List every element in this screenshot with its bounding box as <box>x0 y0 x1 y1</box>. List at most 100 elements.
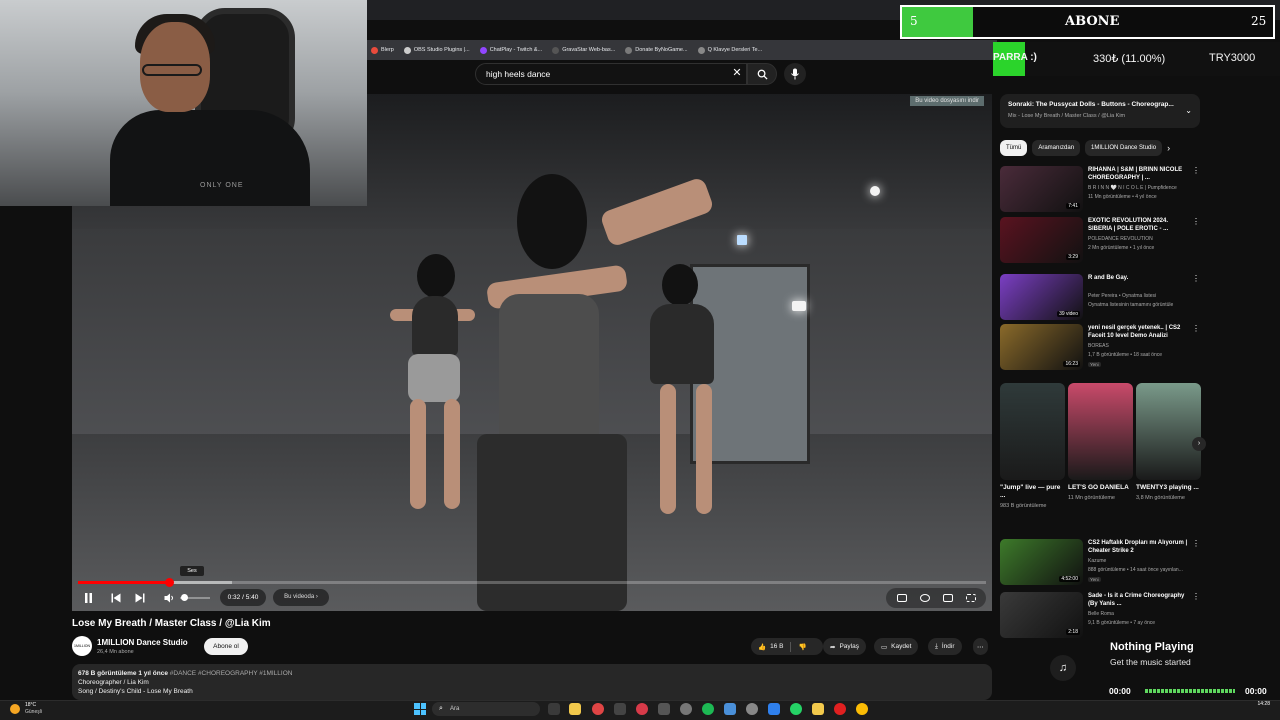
app-icon[interactable] <box>680 703 692 715</box>
chip-all[interactable]: Tümü <box>1000 140 1028 156</box>
recommendation-item[interactable]: 7:41 RIHANNA | S&M | BRINN NICOLE CHOREOG… <box>1000 166 1200 212</box>
video-duration: 39 video <box>1057 311 1080 317</box>
mute-button[interactable] <box>161 590 177 606</box>
app-icon[interactable] <box>658 703 670 715</box>
recommendation-item[interactable]: 16:23 yeni nesil gerçek yetenek.. | CS2 F… <box>1000 324 1200 370</box>
description-box[interactable]: 678 B görüntüleme 1 yıl önce #DANCE #CHO… <box>72 664 992 700</box>
weather-description[interactable]: Güneşli <box>25 709 42 715</box>
volume-slider-handle[interactable] <box>181 594 188 601</box>
recommendation-thumbnail[interactable]: 7:41 <box>1000 166 1083 212</box>
like-count[interactable]: 16 B <box>770 643 783 650</box>
clear-search-icon[interactable]: ✕ <box>730 66 744 80</box>
app-icon[interactable] <box>746 703 758 715</box>
more-options-icon[interactable]: ⋮ <box>1192 592 1200 601</box>
windows-start-icon[interactable] <box>414 703 426 715</box>
bookmark-item[interactable]: GravaStar Web-bas... <box>552 46 615 54</box>
more-options-icon[interactable]: ⋮ <box>1192 166 1200 175</box>
recommendation-thumbnail[interactable]: 3:29 <box>1000 217 1083 263</box>
recommendation-thumbnail[interactable]: 16:23 <box>1000 324 1083 370</box>
download-video-banner[interactable]: Bu video dosyasını indir <box>910 96 984 106</box>
chip-channel[interactable]: 1MILLION Dance Studio <box>1085 140 1163 156</box>
bookmark-item[interactable]: Blerp <box>371 46 394 54</box>
short-views: 11 Mn görüntüleme <box>1068 495 1115 501</box>
up-next-playlist-card[interactable]: Sonraki: The Pussycat Dolls - Buttons - … <box>1000 94 1200 128</box>
recommendation-title: EXOTIC REVOLUTION 2024. SIBERIA | POLE E… <box>1088 218 1169 232</box>
recommendation-item[interactable]: 4:52:00 CS2 Haftalık Dropları mı Alıyorum… <box>1000 539 1200 585</box>
pause-button[interactable] <box>80 590 96 606</box>
recommendation-item[interactable]: 39 video R and Be Gay. Peter Pereira • Oyn… <box>1000 274 1200 320</box>
save-button[interactable]: ▭ Kaydet <box>874 638 919 655</box>
recommendation-item[interactable]: 2:18 Sade - Is it a Crime Choreography (B… <box>1000 592 1200 638</box>
whatsapp-icon[interactable] <box>790 703 802 715</box>
search-icon: ⌕ <box>439 705 443 712</box>
short-item[interactable]: TWENTY3 playing ... 3,8 Mn görüntüleme <box>1136 383 1201 533</box>
recommendation-channel: BOREAS <box>1088 343 1109 349</box>
chevron-down-icon[interactable]: ⌄ <box>1185 106 1192 115</box>
bookmark-item[interactable]: Q Klavye Dersleri Te... <box>697 46 762 54</box>
voice-search-button[interactable] <box>784 63 806 85</box>
app-icon[interactable] <box>724 703 736 715</box>
share-button[interactable]: ➦ Paylaş <box>823 638 866 655</box>
recommendation-meta: Oynatma listesinin tamamını görüntüle <box>1088 302 1174 308</box>
more-options-icon[interactable]: ⋮ <box>1192 539 1200 548</box>
folder-icon[interactable] <box>812 703 824 715</box>
settings-icon[interactable] <box>919 594 930 602</box>
bookmark-icon <box>479 46 487 54</box>
channel-name[interactable]: 1MILLION Dance Studio <box>97 638 188 647</box>
fullscreen-icon[interactable] <box>965 594 976 602</box>
now-playing-subtitle: Get the music started <box>1110 657 1191 667</box>
recommendation-thumbnail[interactable]: 2:18 <box>1000 592 1083 638</box>
sun-icon[interactable] <box>10 704 20 714</box>
file-explorer-icon[interactable] <box>569 703 581 715</box>
now-playing-elapsed: 00:00 <box>1109 686 1131 696</box>
app-icon[interactable] <box>768 703 780 715</box>
short-item[interactable]: LET'S GO DANIELA 11 Mn görüntüleme <box>1068 383 1133 533</box>
video-scene-light <box>870 186 880 196</box>
volume-tooltip: Ses <box>180 566 204 576</box>
bookmark-item[interactable]: ChatPlay - Twitch &... <box>479 46 542 54</box>
short-item[interactable]: "Jump" live — pure ... 983 B görüntüleme <box>1000 383 1065 533</box>
share-icon: ➦ <box>830 643 836 651</box>
channel-avatar[interactable]: 1MILLION <box>72 636 92 656</box>
bookmark-item[interactable]: OBS Studio Plugins |... <box>403 46 470 54</box>
download-button[interactable]: ⤓ İndir <box>928 638 962 655</box>
hashtags[interactable]: #DANCE #CHOREOGRAPHY #1MILLION <box>170 670 293 677</box>
weather-temperature[interactable]: 18°C <box>25 702 36 708</box>
taskbar-search-input[interactable]: Ara <box>432 702 540 716</box>
more-options-icon[interactable]: ⋮ <box>1192 324 1200 333</box>
task-view-icon[interactable] <box>548 703 560 715</box>
subtitles-icon[interactable] <box>896 594 907 602</box>
recommendation-thumbnail[interactable]: 4:52:00 <box>1000 539 1083 585</box>
app-icon[interactable] <box>636 703 648 715</box>
spotify-icon[interactable] <box>702 703 714 715</box>
bookmark-item[interactable]: Donate ByNoGame... <box>625 46 688 54</box>
filter-chips: Tümü Aramanızdan 1MILLION Dance Studio › <box>1000 140 1200 156</box>
more-actions-button[interactable]: ⋯ <box>973 638 988 655</box>
donation-goal-target: TRY3000 <box>1209 52 1256 64</box>
clock-time[interactable]: 14:28 <box>1240 701 1270 707</box>
next-button[interactable] <box>132 590 148 606</box>
shorts-shelf: "Jump" live — pure ... 983 B görüntüleme… <box>1000 383 1202 533</box>
opera-icon[interactable] <box>834 703 846 715</box>
chrome-icon[interactable] <box>856 703 868 715</box>
previous-button[interactable] <box>108 590 124 606</box>
app-icon[interactable] <box>614 703 626 715</box>
more-options-icon[interactable]: ⋮ <box>1192 274 1200 283</box>
theater-mode-icon[interactable] <box>942 594 953 602</box>
short-title: TWENTY3 playing ... <box>1136 484 1199 491</box>
shorts-next-button[interactable]: › <box>1192 437 1206 451</box>
subscribe-button[interactable]: Abone ol <box>204 638 248 655</box>
app-icon[interactable] <box>592 703 604 715</box>
chevron-right-icon[interactable]: › <box>1167 143 1170 153</box>
search-input[interactable]: high heels dance <box>475 63 747 85</box>
search-button[interactable] <box>747 63 777 85</box>
chip-from-search[interactable]: Aramanızdan <box>1032 140 1081 156</box>
progress-scrubber[interactable] <box>164 578 174 587</box>
up-next-title: Sonraki: The Pussycat Dolls - Buttons - … <box>1008 101 1174 108</box>
dislike-icon[interactable]: 👎 <box>798 643 806 651</box>
chapters-button[interactable]: Bu videoda › <box>273 589 329 606</box>
like-icon[interactable]: 👍 <box>758 643 766 651</box>
recommendation-thumbnail[interactable]: 39 video <box>1000 274 1083 320</box>
recommendation-item[interactable]: 3:29 EXOTIC REVOLUTION 2024. SIBERIA | PO… <box>1000 217 1200 263</box>
more-options-icon[interactable]: ⋮ <box>1192 217 1200 226</box>
